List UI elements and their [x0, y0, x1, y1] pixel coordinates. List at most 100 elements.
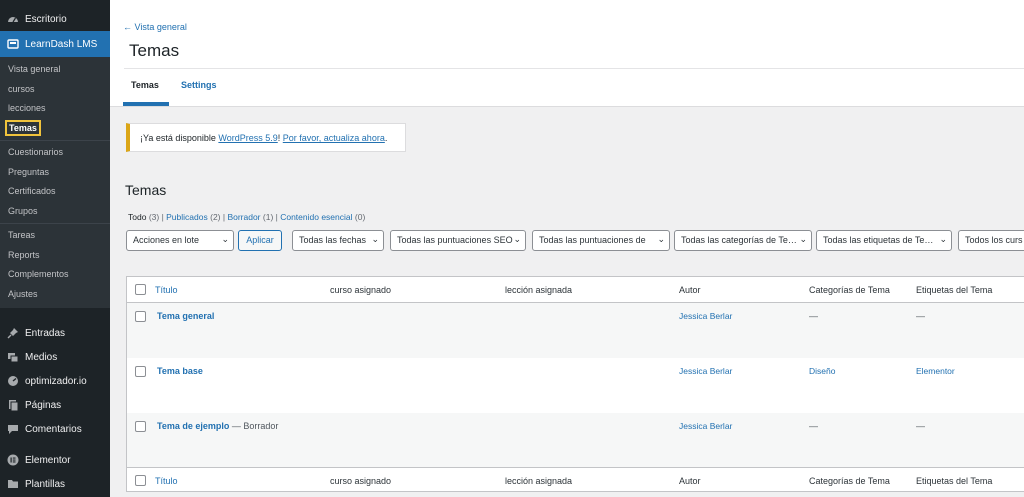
row-author-link[interactable]: Jessica Berlar [679, 311, 732, 321]
view-count: (1) [262, 212, 274, 222]
submenu-item-temas[interactable]: Temas [0, 119, 110, 139]
column-curso-asignado: curso asignado [330, 285, 392, 295]
submenu-divider [0, 223, 110, 224]
notice-text: ¡Ya está disponible [140, 133, 219, 143]
page-title: Temas [129, 41, 180, 60]
row-author-link[interactable]: Jessica Berlar [679, 366, 732, 376]
column-categorias: Categorías de Tema [809, 285, 890, 295]
back-link[interactable]: ← Vista general [123, 22, 187, 32]
chevron-down-icon: ⌄ [939, 234, 947, 244]
row-checkbox[interactable] [135, 311, 146, 322]
menu-item-entradas[interactable]: Entradas [0, 321, 110, 345]
row-category-link[interactable]: Diseño [809, 366, 835, 376]
filter-tags-select[interactable]: Todas las etiquetas de Te… ⌄ [816, 230, 952, 251]
row-checkbox[interactable] [135, 366, 146, 377]
filter-courses-select[interactable]: Todos los curs [958, 230, 1024, 251]
status-filter-links: Todo (3) | Publicados (2) | Borrador (1)… [128, 212, 366, 222]
tab-settings[interactable]: Settings [181, 80, 217, 90]
row-title-cell: Tema base [157, 366, 203, 376]
chevron-down-icon: ⌄ [371, 234, 379, 244]
filter-readability-select[interactable]: Todas las puntuaciones de ⌄ [532, 230, 670, 251]
update-now-link[interactable]: Por favor, actualiza ahora [283, 133, 385, 143]
media-icon [6, 350, 20, 364]
filter-dates-select[interactable]: Todas las fechas ⌄ [292, 230, 384, 251]
column-autor: Autor [679, 476, 701, 486]
view-borrador[interactable]: Borrador [227, 212, 260, 222]
update-notice: ¡Ya está disponible WordPress 5.9! Por f… [126, 123, 406, 152]
content-title: Temas [125, 182, 167, 198]
row-author-link[interactable]: Jessica Berlar [679, 421, 732, 431]
filter-value: Todas las fechas [299, 235, 367, 245]
submenu-item-preguntas[interactable]: Preguntas [0, 163, 110, 183]
view-count: (3) [148, 212, 160, 222]
menu-item-elementor[interactable]: Elementor [0, 448, 110, 472]
table-row: Tema de ejemplo — Borrador Jessica Berla… [127, 413, 1024, 468]
tab-temas[interactable]: Temas [131, 80, 159, 90]
filter-value: Todas las puntuaciones SEO [397, 235, 513, 245]
row-tags-link[interactable]: Elementor [916, 366, 955, 376]
column-title[interactable]: Título [155, 285, 178, 295]
column-title[interactable]: Título [155, 476, 178, 486]
view-publicados[interactable]: Publicados [166, 212, 208, 222]
menu-item-escritorio[interactable]: Escritorio [0, 7, 110, 31]
dashboard-icon [6, 12, 20, 26]
submenu-item-cuestionarios[interactable]: Cuestionarios [0, 143, 110, 163]
filter-seo-select[interactable]: Todas las puntuaciones SEO ⌄ [390, 230, 526, 251]
view-contenido-esencial[interactable]: Contenido esencial [280, 212, 352, 222]
column-etiquetas: Etiquetas del Tema [916, 285, 993, 295]
menu-item-paginas[interactable]: Páginas [0, 393, 110, 417]
menu-label: optimizador.io [25, 375, 87, 387]
menu-label: Comentarios [25, 423, 82, 435]
table-footer-row: Título curso asignado lección asignada A… [127, 467, 1024, 493]
submenu-item-certificados[interactable]: Certificados [0, 182, 110, 202]
filter-categories-select[interactable]: Todas las categorías de Te… ⌄ [674, 230, 812, 251]
view-count: (2) [210, 212, 221, 222]
menu-item-learndash[interactable]: LearnDash LMS [0, 31, 110, 57]
learndash-icon [6, 37, 20, 51]
select-all-checkbox[interactable] [135, 475, 146, 486]
row-state: — Borrador [229, 421, 279, 431]
menu-item-plantillas[interactable]: Plantillas [0, 472, 110, 496]
menu-label: Páginas [25, 399, 62, 411]
submenu-item-cursos[interactable]: cursos [0, 80, 110, 100]
learndash-submenu: Vista general cursos lecciones Temas Cue… [0, 57, 110, 308]
chevron-down-icon: ⌄ [221, 234, 229, 244]
chevron-down-icon: ⌄ [799, 234, 807, 244]
row-checkbox[interactable] [135, 421, 146, 432]
view-count: (0) [354, 212, 366, 222]
submenu-item-lecciones[interactable]: lecciones [0, 99, 110, 119]
submenu-divider [0, 140, 110, 141]
pin-icon [6, 326, 20, 340]
row-title-link[interactable]: Tema base [157, 366, 203, 376]
elementor-icon [6, 453, 20, 467]
submenu-item-ajustes[interactable]: Ajustes [0, 285, 110, 305]
row-title-link[interactable]: Tema general [157, 311, 214, 321]
row-category: — [809, 311, 818, 321]
menu-label: Entradas [25, 327, 66, 339]
submenu-item-tareas[interactable]: Tareas [0, 226, 110, 246]
submenu-item-complementos[interactable]: Complementos [0, 265, 110, 285]
table-row: Tema general Jessica Berlar — — [127, 303, 1024, 358]
apply-button[interactable]: Aplicar [238, 230, 282, 251]
filter-value: Todas las etiquetas de Te… [823, 235, 934, 245]
table-header-row: Título curso asignado lección asignada A… [127, 277, 1024, 303]
menu-item-medios[interactable]: Medios [0, 345, 110, 369]
view-todo[interactable]: Todo [128, 212, 146, 222]
menu-label: Escritorio [25, 13, 67, 25]
row-title-link[interactable]: Tema de ejemplo [157, 421, 229, 431]
row-title-cell: Tema de ejemplo — Borrador [157, 421, 278, 431]
menu-item-optimizador[interactable]: optimizador.io [0, 369, 110, 393]
submenu-item-reports[interactable]: Reports [0, 246, 110, 266]
notice-text: . [384, 133, 388, 143]
gauge-icon [6, 374, 20, 388]
bulk-action-value: Acciones en lote [133, 235, 200, 245]
submenu-item-grupos[interactable]: Grupos [0, 202, 110, 222]
menu-label: Plantillas [25, 478, 66, 490]
wordpress-version-link[interactable]: WordPress 5.9 [218, 133, 277, 143]
column-etiquetas: Etiquetas del Tema [916, 476, 993, 486]
row-title-cell: Tema general [157, 311, 214, 321]
bulk-action-select[interactable]: Acciones en lote ⌄ [126, 230, 234, 251]
menu-item-comentarios[interactable]: Comentarios [0, 417, 110, 441]
select-all-checkbox[interactable] [135, 284, 146, 295]
submenu-item-vista-general[interactable]: Vista general [0, 60, 110, 80]
